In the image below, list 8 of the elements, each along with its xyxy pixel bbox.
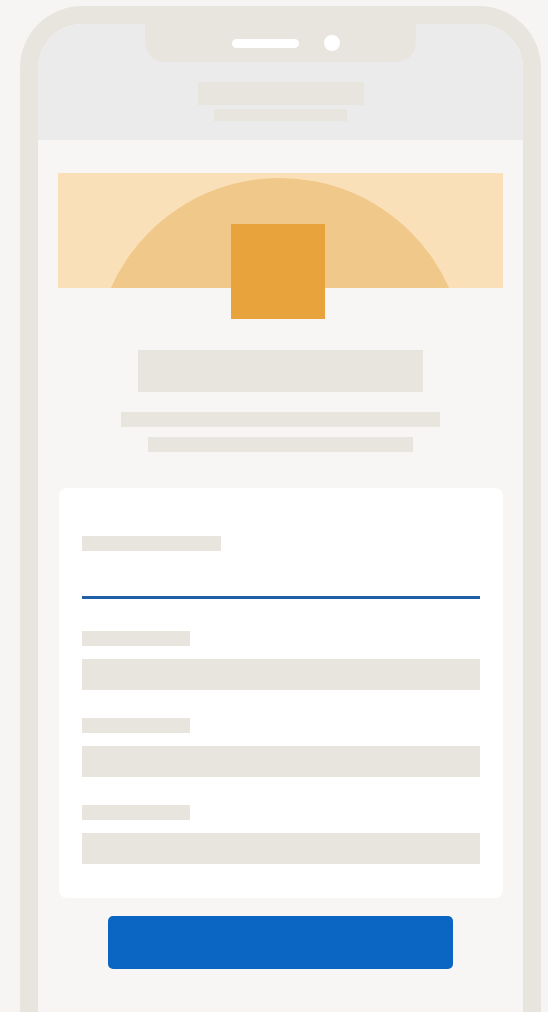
input-field[interactable] bbox=[81, 596, 480, 599]
speaker-icon bbox=[231, 38, 299, 48]
input-field[interactable] bbox=[81, 746, 480, 777]
input-field[interactable] bbox=[81, 659, 480, 690]
submit-button[interactable] bbox=[108, 916, 453, 969]
input-field[interactable] bbox=[81, 833, 480, 864]
square-icon bbox=[231, 224, 325, 319]
camera-icon bbox=[323, 35, 340, 51]
